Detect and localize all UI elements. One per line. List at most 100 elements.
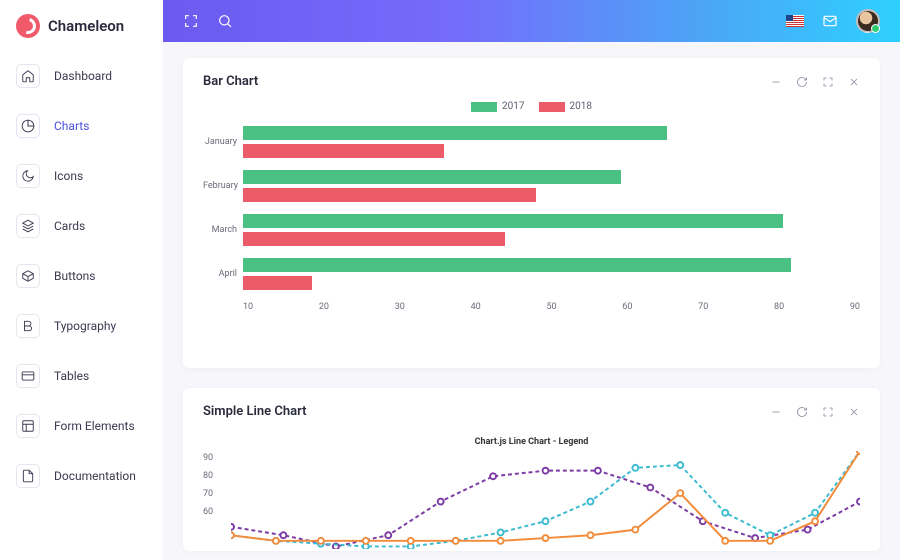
y-tick-label: 90 [203,453,213,463]
line-point[interactable] [587,532,593,538]
bar-x-axis: 102030405060708090 [243,302,860,312]
bar-legend: 2017 2018 [203,101,860,112]
creditcard-icon [16,364,40,388]
line-point[interactable] [498,538,504,544]
bold-icon [16,314,40,338]
line-series[interactable] [231,451,860,541]
content: Bar Chart 2017 2018 JanuaryFebruaryMarch… [163,42,900,560]
bar-segment[interactable] [243,170,621,184]
sidebar-item-buttons[interactable]: Buttons [10,256,153,296]
close-icon[interactable] [848,76,860,88]
bar-segment[interactable] [243,232,505,246]
line-series[interactable] [231,451,860,546]
avatar[interactable] [856,9,880,33]
line-point[interactable] [543,535,549,541]
sidebar-item-label: Typography [54,319,116,333]
sidebar-item-form-elements[interactable]: Form Elements [10,406,153,446]
line-point[interactable] [385,532,391,538]
fullscreen-icon[interactable] [822,76,834,88]
line-point[interactable] [273,538,279,544]
line-point[interactable] [812,518,818,524]
topbar [163,0,900,42]
legend-label: 2017 [502,101,524,112]
line-point[interactable] [408,538,414,544]
card-title: Bar Chart [203,74,258,89]
sidebar-item-charts[interactable]: Charts [10,106,153,146]
line-point[interactable] [722,538,728,544]
bar-segment[interactable] [243,276,312,290]
line-point[interactable] [453,538,459,544]
line-point[interactable] [805,527,811,533]
x-tick-label: 30 [395,302,405,312]
line-point[interactable] [490,473,496,479]
line-point[interactable] [857,451,860,454]
refresh-icon[interactable] [796,76,808,88]
file-icon [16,464,40,488]
line-point[interactable] [722,510,728,516]
minimize-icon[interactable] [770,76,782,88]
bar-segment[interactable] [243,144,444,158]
line-point[interactable] [363,538,369,544]
search-icon[interactable] [217,13,233,29]
line-point[interactable] [318,538,324,544]
x-tick-label: 70 [698,302,708,312]
sidebar-item-label: Charts [54,119,89,133]
sidebar-item-label: Dashboard [54,69,112,83]
sidebar: Chameleon Dashboard Charts Icons Cards B… [0,0,163,560]
sidebar-item-dashboard[interactable]: Dashboard [10,56,153,96]
line-point[interactable] [587,499,593,505]
line-point[interactable] [632,465,638,471]
close-icon[interactable] [848,406,860,418]
x-tick-label: 60 [622,302,632,312]
sidebar-item-documentation[interactable]: Documentation [10,456,153,496]
bar-category-label: March [203,225,241,235]
line-point[interactable] [438,499,444,505]
sidebar-item-tables[interactable]: Tables [10,356,153,396]
sidebar-item-label: Form Elements [54,419,135,433]
card-title: Simple Line Chart [203,404,307,419]
line-point[interactable] [231,532,234,538]
line-point[interactable] [543,468,549,474]
flag-us-icon[interactable] [786,15,804,27]
line-point[interactable] [280,532,286,538]
card-bar-chart: Bar Chart 2017 2018 JanuaryFebruaryMarch… [183,58,880,368]
x-tick-label: 10 [243,302,253,312]
line-point[interactable] [857,499,860,505]
x-tick-label: 80 [774,302,784,312]
line-point[interactable] [677,462,683,468]
sidebar-item-icons[interactable]: Icons [10,156,153,196]
sidebar-item-typography[interactable]: Typography [10,306,153,346]
line-point[interactable] [647,485,653,491]
line-point[interactable] [767,538,773,544]
line-point[interactable] [632,527,638,533]
card-line-chart: Simple Line Chart Chart.js Line Chart - … [183,388,880,551]
fullscreen-icon[interactable] [822,406,834,418]
line-chart: Chart.js Line Chart - Legend 90807060 [203,431,860,551]
x-tick-label: 20 [319,302,329,312]
minimize-icon[interactable] [770,406,782,418]
line-point[interactable] [595,468,601,474]
main: Bar Chart 2017 2018 JanuaryFebruaryMarch… [163,0,900,560]
expand-icon[interactable] [183,13,199,29]
line-point[interactable] [543,518,549,524]
line-point[interactable] [812,510,818,516]
bar-segment[interactable] [243,258,791,272]
brand[interactable]: Chameleon [0,0,163,56]
mail-icon[interactable] [822,13,838,29]
line-chart-subtitle: Chart.js Line Chart - Legend [203,437,860,447]
sidebar-item-cards[interactable]: Cards [10,206,153,246]
refresh-icon[interactable] [796,406,808,418]
bar-segment[interactable] [243,214,783,228]
line-point[interactable] [677,490,683,496]
y-tick-label: 80 [203,471,213,481]
line-point[interactable] [498,529,504,535]
bar-segment[interactable] [243,126,667,140]
layout-icon [16,414,40,438]
home-icon [16,64,40,88]
legend-swatch-2017 [471,102,497,112]
sidebar-item-label: Documentation [54,469,136,483]
legend-swatch-2018 [539,102,565,112]
bar-segment[interactable] [243,188,536,202]
line-point[interactable] [231,524,234,530]
bar-category-label: February [203,181,241,191]
